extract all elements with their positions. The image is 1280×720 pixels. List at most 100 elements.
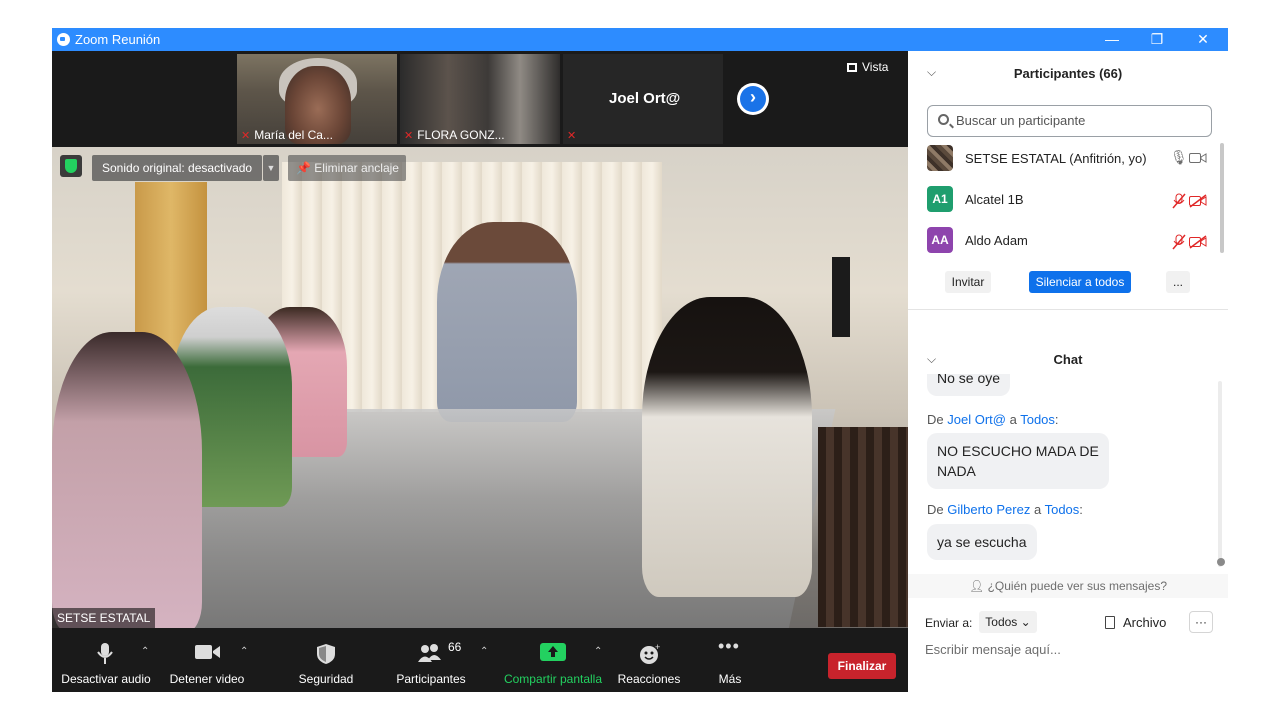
original-sound-button[interactable]: Sonido original: desactivado [92, 155, 262, 181]
participant-row[interactable]: SETSE ESTATAL (Anfitrión, yo) 🎙︎ [927, 144, 1212, 174]
window-title: Zoom Reunión [75, 32, 161, 47]
chevron-up-icon[interactable]: ⌃ [594, 646, 602, 657]
reactions-label: Reacciones [617, 672, 681, 686]
muted-mic-icon: ✕ [567, 130, 577, 142]
participants-header: ⌵ Participantes (66) [908, 51, 1228, 95]
chat-messages: No se oye De Joel Ort@ a Todos: NO ESCUC… [908, 374, 1228, 574]
participant-name: SETSE ESTATAL (Anfitrión, yo) [965, 151, 1147, 166]
muted-mic-icon: ✕ [241, 130, 251, 142]
chat-title: Chat [1053, 352, 1083, 367]
thumbnail-name: María del Ca... [254, 128, 333, 142]
chevron-down-icon[interactable]: ▼ [263, 155, 279, 181]
chat-message-input[interactable]: Escribir mensaje aquí... [925, 642, 1061, 657]
avatar: AA [927, 227, 953, 253]
recipient-name[interactable]: Todos [1020, 412, 1055, 427]
participants-label: Participantes [396, 672, 466, 686]
mute-all-button[interactable]: Silenciar a todos [1029, 271, 1131, 293]
participants-title: Participantes (66) [1013, 66, 1123, 81]
file-button[interactable]: Archivo [1105, 615, 1166, 630]
end-meeting-button[interactable]: Finalizar [828, 653, 896, 679]
scroll-thumb[interactable] [1217, 558, 1225, 566]
share-screen-icon [540, 643, 566, 661]
video-participant-name: SETSE ESTATAL [52, 608, 156, 628]
chevron-up-icon[interactable]: ⌃ [480, 646, 488, 657]
mute-audio-button[interactable]: Desactivar audio [52, 628, 160, 692]
mute-audio-label: Desactivar audio [61, 672, 151, 686]
who-can-see-link[interactable]: 👤︎ ¿Quién puede ver sus mensajes? [908, 574, 1228, 598]
scene-chair [818, 427, 908, 627]
chat-more-button[interactable]: ··· [1189, 611, 1213, 633]
person-eye-icon: 👤︎ [968, 579, 988, 593]
shield-icon [317, 644, 335, 664]
chat-message: No se oye [927, 374, 1011, 396]
avatar [927, 145, 953, 171]
video-camera-icon[interactable] [1189, 152, 1207, 164]
recipient-dropdown[interactable]: Todos ⌄ [979, 611, 1037, 633]
search-icon [938, 114, 949, 125]
stop-video-button[interactable]: Detener video [160, 628, 254, 692]
sender-name[interactable]: Gilberto Perez [947, 502, 1030, 517]
chat-scrollbar[interactable] [1218, 381, 1222, 567]
more-button[interactable]: ••• Más [700, 628, 760, 692]
send-to-label: Enviar a: [925, 616, 973, 630]
people-icon [418, 644, 441, 662]
chat-send-bar: Enviar a: Todos ⌄ Archivo ··· [908, 611, 1228, 637]
muted-mic-icon: ✕ [404, 130, 414, 142]
chevron-down-icon: ⌄ [1020, 615, 1031, 629]
restore-button[interactable]: ❐ [1142, 29, 1172, 49]
panel-divider [908, 309, 1228, 310]
close-button[interactable]: ✕ [1188, 29, 1218, 49]
avatar: A1 [927, 186, 953, 212]
unpin-label: Eliminar anclaje [314, 161, 399, 175]
view-button[interactable]: Vista [847, 60, 888, 74]
more-label: Más [718, 672, 742, 686]
more-dots-icon: ••• [718, 636, 740, 656]
microphone-icon[interactable]: 🎙︎ [1170, 149, 1188, 166]
chat-message: NO ESCUCHO MADA DE NADA [927, 433, 1109, 489]
scene-speaker [832, 257, 850, 337]
title-bar: Zoom Reunión — ❐ ✕ [52, 28, 1228, 51]
participant-thumbnail[interactable]: ✕ FLORA GONZ... [400, 54, 560, 144]
participant-row[interactable]: AA Aldo Adam [927, 226, 1212, 256]
recipient-name[interactable]: Todos [1045, 502, 1080, 517]
more-options-button[interactable]: ... [1166, 271, 1190, 293]
zoom-window: Zoom Reunión — ❐ ✕ ✕ María del Ca... ✕ FLO… [52, 28, 1228, 692]
sender-name[interactable]: Joel Ort@ [947, 412, 1006, 427]
muted-mic-icon[interactable] [1172, 193, 1186, 209]
chevron-up-icon[interactable]: ⌃ [141, 646, 149, 657]
chevron-up-icon[interactable]: ⌃ [240, 646, 248, 657]
participants-scrollbar[interactable] [1220, 143, 1224, 253]
security-button[interactable]: Seguridad [288, 628, 364, 692]
emoji-icon: + [640, 643, 660, 664]
meeting-toolbar: Desactivar audio ⌃ Detener video ⌃ Segur… [52, 628, 908, 692]
video-off-icon[interactable] [1189, 194, 1207, 208]
video-camera-icon [195, 645, 220, 659]
reactions-button[interactable]: + Reacciones [614, 628, 684, 692]
encryption-shield-icon[interactable] [60, 155, 82, 177]
search-input[interactable]: Buscar un participante [927, 105, 1212, 137]
unpin-button[interactable]: 📌 Eliminar anclaje [288, 155, 406, 181]
participant-thumbnail[interactable]: ✕ María del Ca... [237, 54, 397, 144]
minimize-button[interactable]: — [1097, 29, 1127, 49]
thumbnail-name: FLORA GONZ... [417, 128, 505, 142]
share-screen-button[interactable]: Compartir pantalla [500, 628, 606, 692]
grid-icon [847, 63, 857, 72]
video-area: ✕ María del Ca... ✕ FLORA GONZ... ✕ Joel O… [52, 51, 908, 628]
participant-row[interactable]: A1 Alcatel 1B [927, 185, 1212, 215]
muted-mic-icon[interactable] [1172, 234, 1186, 250]
chat-message: ya se escucha [927, 524, 1037, 560]
chevron-right-icon: › [750, 87, 756, 107]
stop-video-label: Detener video [169, 672, 245, 686]
participant-name: Alcatel 1B [965, 192, 1024, 207]
next-page-button[interactable]: › [737, 83, 769, 115]
side-panel: ⌵ Participantes (66) Buscar un participa… [908, 51, 1228, 692]
pin-icon: 📌 [296, 161, 315, 175]
search-placeholder: Buscar un participante [956, 113, 1086, 128]
participants-count: 66 [448, 640, 462, 654]
svg-text:+: + [655, 643, 660, 652]
main-video[interactable]: Sonido original: desactivado ▼ 📌 Elimina… [52, 147, 908, 628]
invite-button[interactable]: Invitar [945, 271, 991, 293]
video-off-icon[interactable] [1189, 235, 1207, 249]
share-screen-label: Compartir pantalla [503, 672, 603, 686]
participants-button[interactable]: 66 Participantes [388, 628, 474, 692]
